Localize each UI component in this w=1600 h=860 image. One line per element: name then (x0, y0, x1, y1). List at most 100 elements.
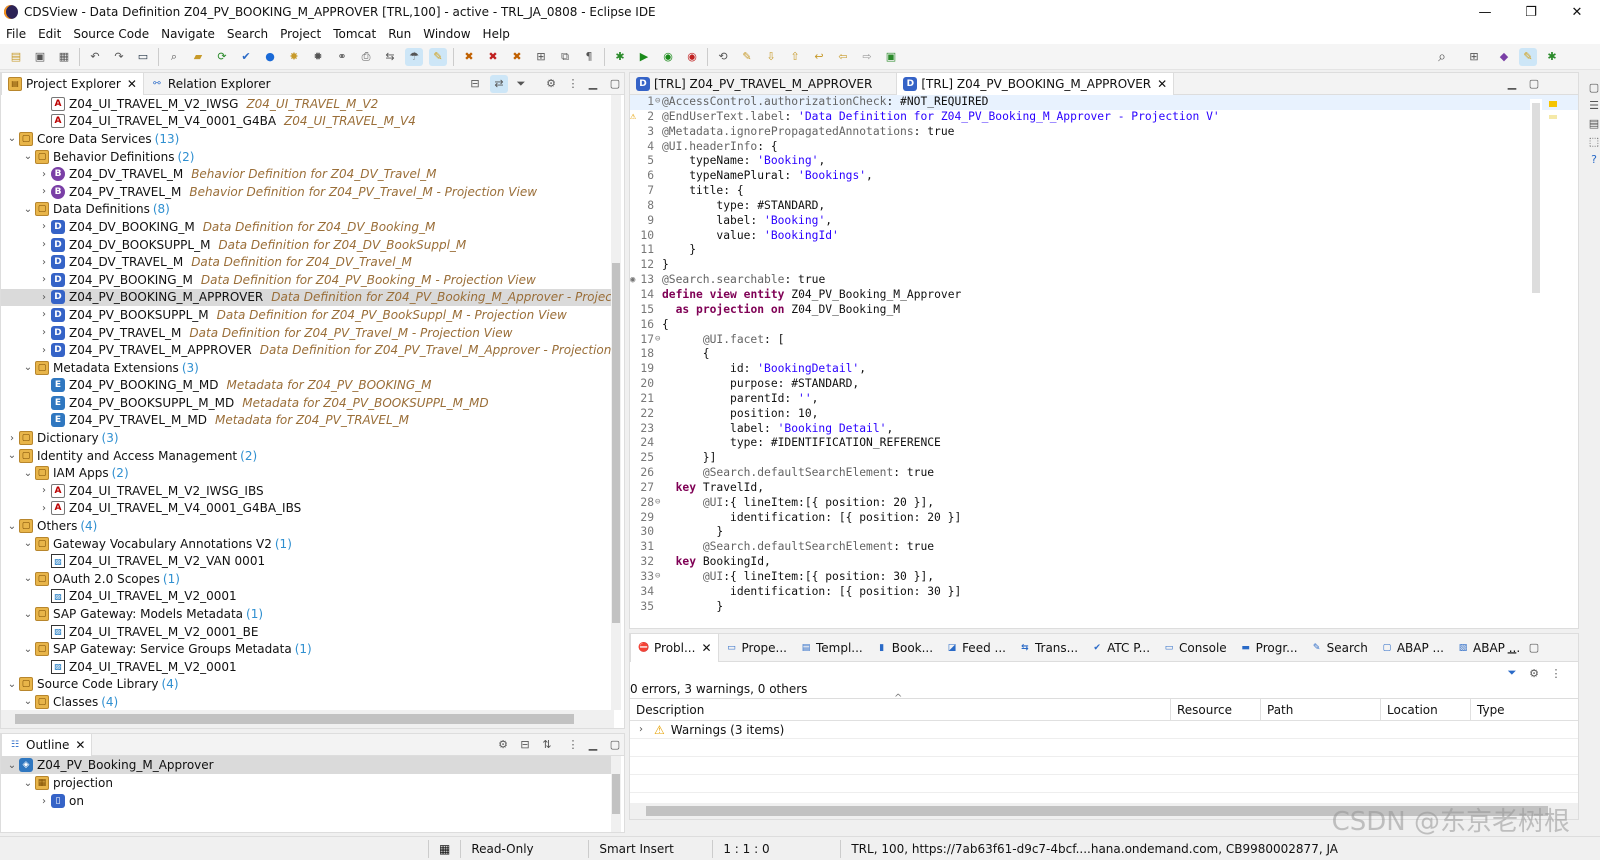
link-icon[interactable]: ⚭ (333, 48, 351, 66)
prev-annotation-icon[interactable]: ⇧ (786, 48, 804, 66)
tree-item[interactable]: › D Z04_DV_BOOKING_M Data Definition for Z0… (1, 218, 614, 236)
code-line[interactable]: 25 }] (630, 451, 1578, 466)
minimize-view-icon[interactable]: ▁ (584, 736, 602, 754)
tree-item[interactable]: › A Z04_UI_TRAVEL_M_V2_IWSG_IBS (1, 482, 614, 500)
chevron-right-icon[interactable]: › (37, 169, 51, 180)
outline-collapse-icon[interactable]: ⊟ (516, 736, 534, 754)
chevron-down-icon[interactable]: ⌄ (5, 679, 19, 690)
maximize-view-icon[interactable]: ▢ (606, 75, 624, 93)
code-line[interactable]: 28 @UI:{ lineItem:[{ position: 20 }], (630, 496, 1578, 511)
filter-icon[interactable]: ⏷ (512, 75, 530, 93)
tree-item[interactable]: ⌄ ▢ SAP Gateway: Models Metadata (1) (1, 605, 614, 623)
code-line[interactable]: 34 identification: [{ position: 30 }] (630, 585, 1578, 600)
restore-icon[interactable]: ▢ (1585, 78, 1600, 96)
close-icon[interactable]: ✕ (1157, 77, 1167, 91)
code-line[interactable]: 29 identification: [{ position: 20 }] (630, 511, 1578, 526)
chevron-right-icon[interactable]: › (37, 309, 51, 320)
close-icon[interactable]: ✕ (75, 738, 85, 752)
tree-item[interactable]: ▨ Z04_UI_TRAVEL_M_V2_0001 (1, 588, 614, 606)
code-line[interactable]: 15 as projection on Z04_DV_Booking_M (630, 303, 1578, 318)
next-annotation-icon[interactable]: ⇩ (762, 48, 780, 66)
scrollbar-thumb[interactable] (612, 263, 620, 623)
close-icon[interactable]: ✕ (701, 641, 711, 655)
breakpoint-icon[interactable]: ✖ (460, 48, 478, 66)
code-line[interactable]: 2 @EndUserText.label: 'Data Definition fo… (630, 110, 1578, 125)
tab-project-explorer[interactable]: ▤ Project Explorer ✕ (1, 72, 144, 95)
chevron-down-icon[interactable]: ⌄ (21, 696, 35, 707)
chevron-down-icon[interactable]: ⌄ (21, 468, 35, 479)
code-line[interactable]: 22 position: 10, (630, 407, 1578, 422)
save-icon[interactable]: ▣ (31, 48, 49, 66)
close-window-button[interactable]: ✕ (1554, 0, 1600, 24)
tree-item[interactable]: › B Z04_PV_TRAVEL_M Behavior Definition for… (1, 183, 614, 201)
chevron-down-icon[interactable]: ⌄ (21, 644, 35, 655)
chevron-right-icon[interactable]: › (37, 257, 51, 268)
tree-item[interactable]: ⌄ ▢ Metadata Extensions (3) (1, 359, 614, 377)
chevron-right-icon[interactable]: › (5, 433, 19, 444)
pin-icon[interactable]: ▣ (882, 48, 900, 66)
code-line[interactable]: 10 value: 'BookingId' (630, 229, 1578, 244)
tree-item[interactable]: ⌄ ▢ Source Code Library (4) (1, 676, 614, 694)
chevron-right-icon[interactable]: › (37, 327, 51, 338)
code-line[interactable]: 24 type: #IDENTIFICATION_REFERENCE (630, 436, 1578, 451)
tree-item[interactable]: A Z04_UI_TRAVEL_M_V4_0001_G4BA Z04_UI_TRAV… (1, 113, 614, 131)
tab-outline[interactable]: ☷ Outline ✕ (1, 733, 93, 756)
tab-bottom-3[interactable]: ▮ Book... (869, 634, 939, 662)
tab-bottom-2[interactable]: ▤ Templ... (793, 634, 869, 662)
open-perspective-icon[interactable]: ⊞ (1465, 48, 1483, 66)
fold-toggle-icon[interactable]: ⊖ (655, 497, 660, 507)
coverage-icon[interactable]: ◉ (659, 48, 677, 66)
table-row[interactable]: › ⚠ Warnings (3 items) (630, 721, 1578, 739)
menu-run[interactable]: Run (382, 27, 417, 41)
menu-help[interactable]: Help (477, 27, 516, 41)
scrollbar-thumb[interactable] (612, 774, 620, 814)
code-line[interactable]: 3 @Metadata.ignorePropagatedAnnotations: … (630, 125, 1578, 140)
terminate-icon[interactable]: ✖ (508, 48, 526, 66)
abap-help-icon[interactable]: ? (1585, 150, 1600, 168)
more-icon[interactable]: ⋮ (564, 736, 582, 754)
minimize-button[interactable]: — (1462, 0, 1508, 24)
tab-relation-explorer[interactable]: ⚯ Relation Explorer (144, 73, 277, 95)
new-icon[interactable]: ▤ (7, 48, 25, 66)
tree-item[interactable]: ▨ Z04_UI_TRAVEL_M_V2_0001_BE (1, 623, 614, 641)
tab-booking-approver[interactable]: D [TRL] Z04_PV_BOOKING_M_APPROVER ✕ (896, 72, 1175, 95)
run-icon[interactable]: ▶ (635, 48, 653, 66)
sort-icon[interactable]: ⇅ (538, 736, 556, 754)
tree-item[interactable]: ⌄ ▢ SAP Gateway: Service Groups Metadata (1… (1, 640, 614, 658)
menu-window[interactable]: Window (417, 27, 476, 41)
activate-icon[interactable]: ✔ (237, 48, 255, 66)
search-icon[interactable]: ⌕ (165, 48, 183, 66)
tools-icon[interactable]: ✹ (309, 48, 327, 66)
code-line[interactable]: 16 { (630, 318, 1578, 333)
tree-item[interactable]: › D Z04_DV_BOOKSUPPL_M Data Definition for … (1, 236, 614, 254)
menu-tomcat[interactable]: Tomcat (327, 27, 382, 41)
column-type[interactable]: Type (1470, 699, 1580, 721)
tree-item[interactable]: E Z04_PV_BOOKING_M_MD Metadata for Z04_PV_… (1, 377, 614, 395)
refresh-icon[interactable]: ⟳ (213, 48, 231, 66)
code-line[interactable]: 8 type: #STANDARD, (630, 199, 1578, 214)
code-line[interactable]: 32 key BookingId, (630, 555, 1578, 570)
tree-item[interactable]: › D Z04_PV_TRAVEL_M Data Definition for Z04… (1, 324, 614, 342)
problems-filter-icon[interactable]: ⏷ (1503, 664, 1521, 682)
problems-view-menu-icon[interactable]: ⚙ (1525, 664, 1543, 682)
collapse-all-icon[interactable]: ⊟ (466, 75, 484, 93)
maximize-view-icon[interactable]: ▢ (606, 736, 624, 754)
code-line[interactable]: 12} (630, 258, 1578, 273)
tab-bottom-8[interactable]: ▬ Progr... (1233, 634, 1304, 662)
tree-item[interactable]: ▨ Z04_UI_TRAVEL_M_V2_VAN 0001 (1, 552, 614, 570)
tree-item[interactable]: ⌄ ▢ OAuth 2.0 Scopes (1) (1, 570, 614, 588)
vertical-scrollbar[interactable] (611, 95, 621, 710)
print-icon[interactable]: ⎙ (357, 48, 375, 66)
column-resource[interactable]: Resource (1170, 699, 1260, 721)
close-icon[interactable]: ✕ (127, 77, 137, 91)
tree-item[interactable]: ⌄ ▢ Gateway Vocabulary Annotations V2 (1) (1, 535, 614, 553)
warning-marker[interactable] (1549, 101, 1557, 107)
minimize-view-icon[interactable]: ▁ (1503, 639, 1521, 657)
code-line[interactable]: 31 @Search.defaultSearchElement: true (630, 540, 1578, 555)
debug-perspective-icon[interactable]: ✱ (1543, 48, 1561, 66)
forward-icon[interactable]: ⇨ (858, 48, 876, 66)
last-edit-icon[interactable]: ↩ (810, 48, 828, 66)
scrollbar-thumb[interactable] (1532, 103, 1540, 293)
check-icon[interactable]: ● (261, 48, 279, 66)
layout-icon[interactable]: ⊞ (532, 48, 550, 66)
